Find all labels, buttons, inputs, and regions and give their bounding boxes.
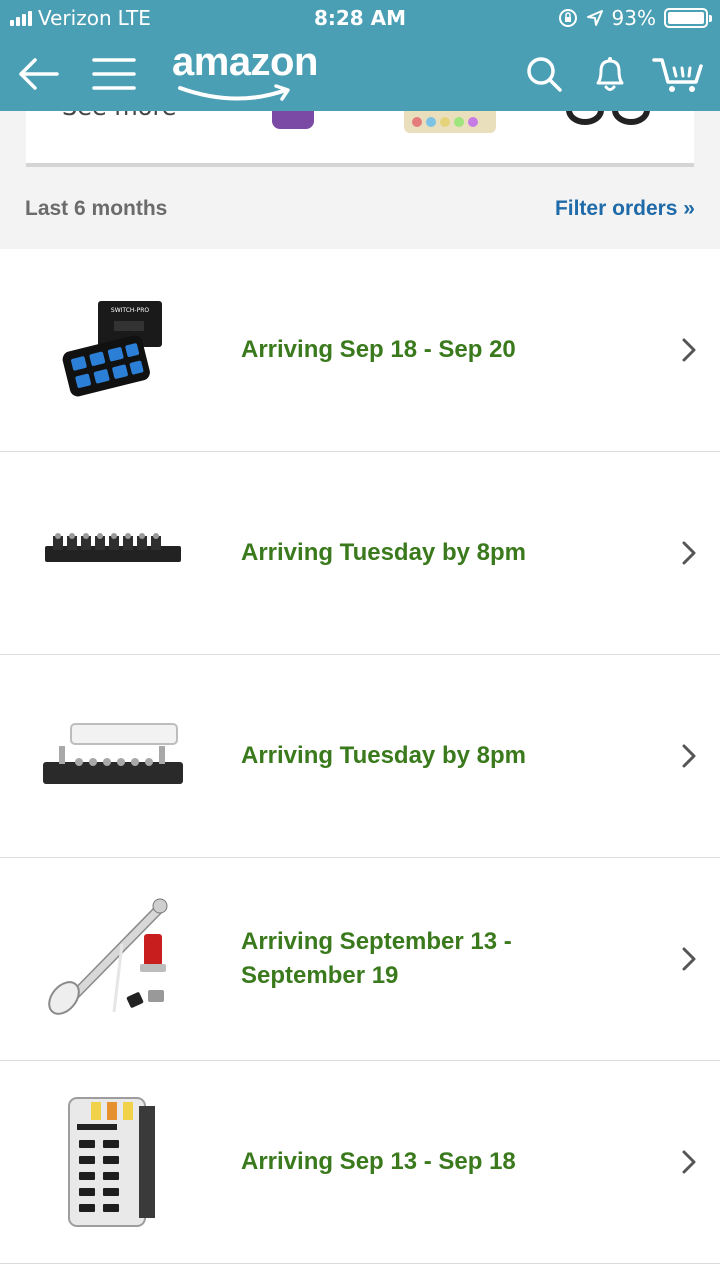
menu-icon — [92, 58, 136, 90]
battery-percent: 93% — [611, 6, 656, 30]
product-image — [38, 894, 188, 1024]
cart-button[interactable] — [648, 44, 708, 104]
fuse-block-image — [68, 1097, 155, 1227]
product-image — [38, 488, 188, 618]
air-horn-image — [48, 898, 168, 1015]
switch-panel-image: SWITCH-PRO — [62, 301, 162, 397]
orders-list: SWITCH-PRO Arriving Sep 18 - Sep 20 Arri… — [0, 249, 720, 1264]
product-thumbnail[interactable] — [272, 111, 314, 129]
product-image — [38, 691, 188, 821]
menu-button[interactable] — [84, 44, 144, 104]
order-row[interactable]: SWITCH-PRO Arriving Sep 18 - Sep 20 — [0, 249, 720, 452]
search-button[interactable] — [514, 44, 574, 104]
back-arrow-icon — [19, 58, 59, 90]
logo-text: amazon — [172, 40, 318, 84]
order-status: Arriving Tuesday by 8pm — [241, 742, 526, 769]
order-status: Arriving Tuesday by 8pm — [241, 539, 526, 566]
location-icon — [586, 10, 603, 26]
product-image: SWITCH-PRO — [38, 285, 188, 415]
cart-icon — [652, 58, 703, 92]
product-thumbnail[interactable] — [404, 111, 496, 133]
battery-icon — [664, 8, 712, 28]
order-row[interactable]: Arriving Tuesday by 8pm — [0, 452, 720, 655]
bell-icon — [596, 57, 624, 91]
search-icon — [527, 57, 562, 92]
notifications-button[interactable] — [580, 44, 640, 104]
recently-viewed-card[interactable]: See more — [26, 111, 694, 167]
recently-viewed-section: See more Last 6 months Filter orders » — [0, 111, 720, 249]
bus-bar-image — [43, 723, 183, 784]
product-image — [38, 1097, 188, 1227]
chevron-right-icon — [674, 538, 704, 568]
rotation-lock-icon — [558, 9, 577, 27]
order-status: Arriving September 13 - September 19 — [241, 928, 512, 989]
chevron-right-icon — [674, 335, 704, 365]
status-bar: Verizon LTE 8:28 AM 93% — [0, 0, 720, 36]
amazon-logo[interactable]: amazon — [172, 40, 318, 101]
filter-orders-link[interactable]: Filter orders » — [555, 197, 695, 221]
time-range-label: Last 6 months — [25, 197, 168, 220]
back-button[interactable] — [8, 44, 68, 104]
app-top-bar: Verizon LTE 8:28 AM 93% amazon — [0, 0, 720, 111]
order-row[interactable]: Arriving September 13 - September 19 — [0, 858, 720, 1061]
app-header: amazon — [0, 36, 720, 111]
order-row[interactable]: Arriving Sep 13 - Sep 18 — [0, 1061, 720, 1264]
logo-smile-icon — [178, 84, 290, 101]
chevron-right-icon — [674, 944, 704, 974]
order-status: Arriving Sep 13 - Sep 18 — [241, 1148, 516, 1175]
see-more-link[interactable]: See more — [62, 111, 177, 121]
order-row[interactable]: Arriving Tuesday by 8pm — [0, 655, 720, 858]
chevron-right-icon — [674, 741, 704, 771]
terminal-block-image — [45, 533, 181, 562]
chevron-right-icon — [674, 1147, 704, 1177]
order-status: Arriving Sep 18 - Sep 20 — [241, 336, 516, 363]
product-thumbnail[interactable] — [566, 111, 656, 125]
svg-text:SWITCH-PRO: SWITCH-PRO — [111, 307, 149, 314]
